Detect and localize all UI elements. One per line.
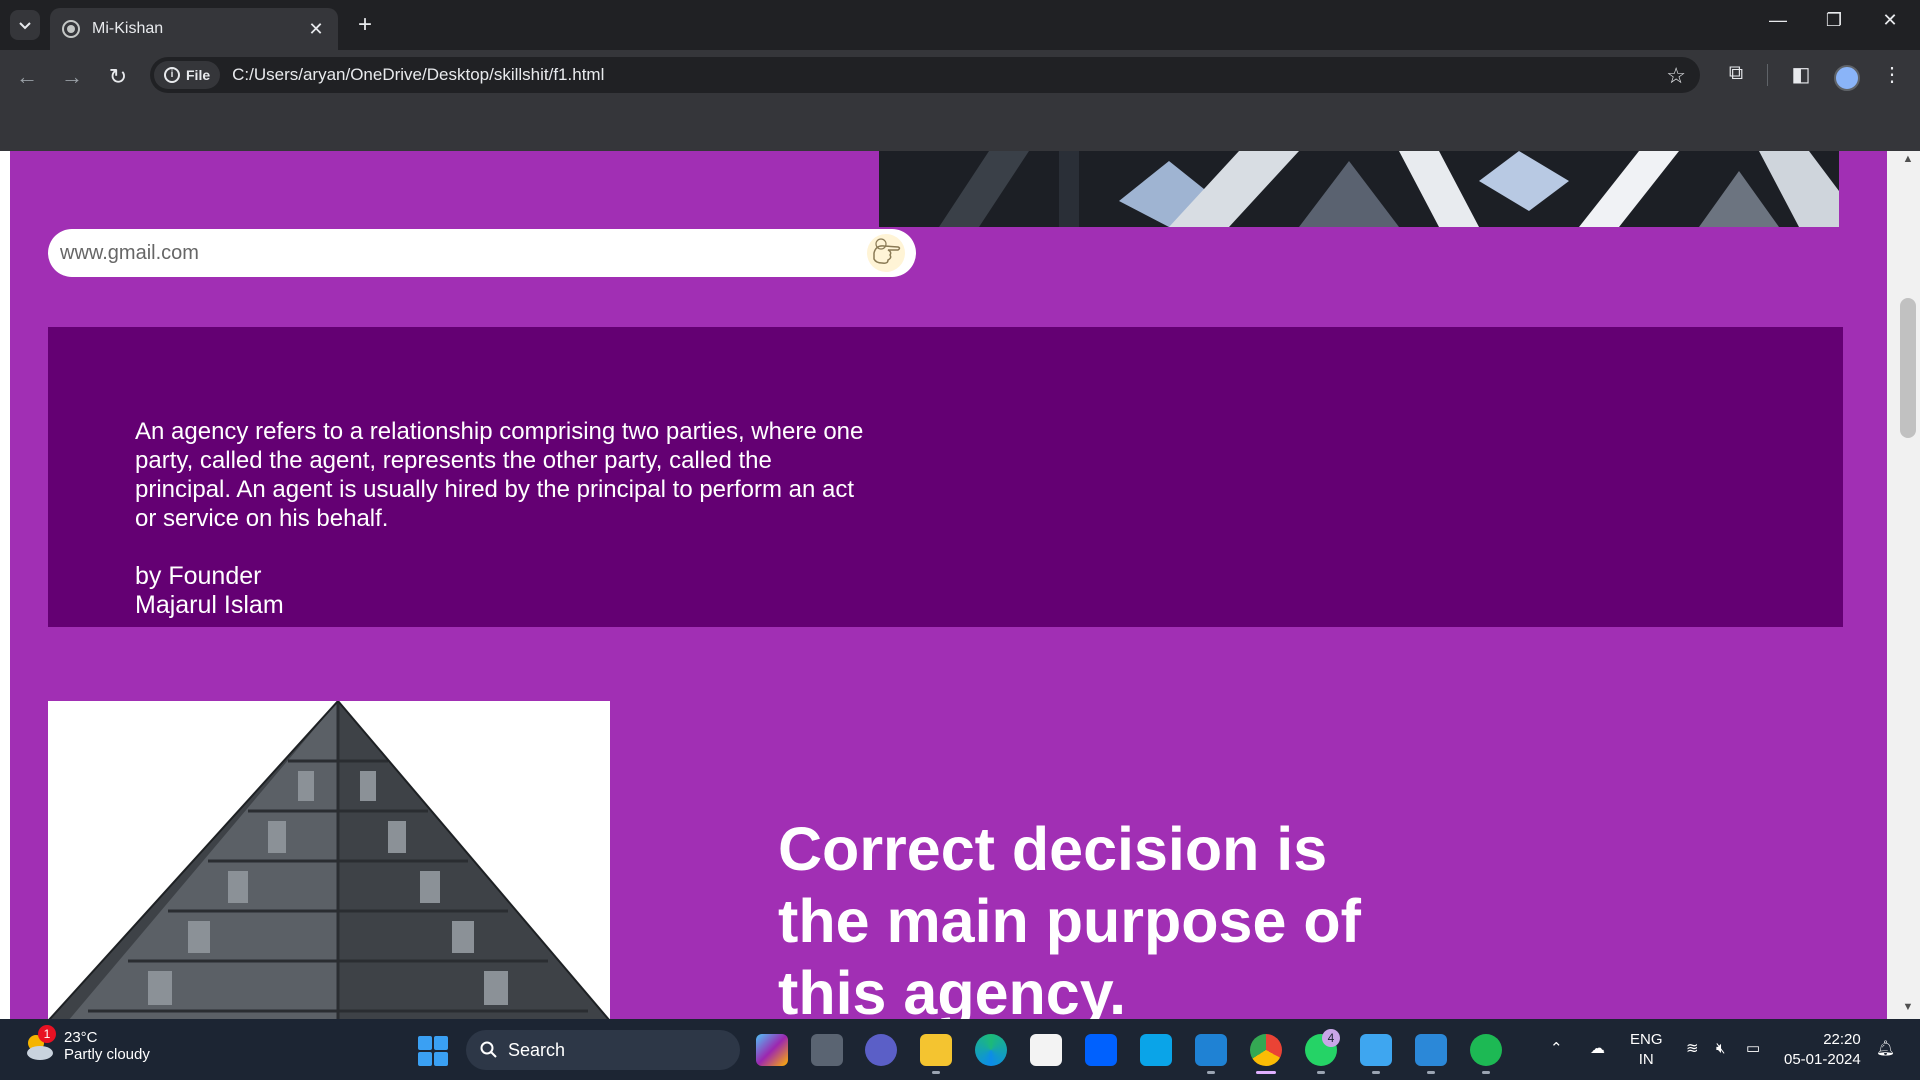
spotify-icon[interactable] — [1470, 1034, 1502, 1066]
menu-icon[interactable]: ⋮ — [1877, 62, 1907, 87]
pointing-hand-icon[interactable] — [866, 233, 906, 273]
language-code: ENG — [1630, 1031, 1663, 1048]
page-viewport: An agency refers to a relationship compr… — [0, 151, 1920, 1019]
founder-quote-box: An agency refers to a relationship compr… — [48, 327, 1843, 627]
info-icon: i — [164, 67, 180, 83]
weather-widget[interactable]: 1 23°C Partly cloudy — [22, 1025, 150, 1063]
architecture-photo — [879, 151, 1839, 227]
chevron-down-icon — [19, 22, 31, 30]
url-text[interactable]: C:/Users/aryan/OneDrive/Desktop/skillshi… — [232, 65, 604, 85]
weather-alert-badge: 1 — [38, 1025, 56, 1043]
tab-search-button[interactable] — [10, 10, 40, 40]
browser-tab[interactable]: Mi-Kishan ✕ — [50, 8, 338, 50]
quote-text: An agency refers to a relationship compr… — [135, 418, 864, 532]
headline: Correct decision is the main purpose of … — [778, 815, 1361, 1019]
volume-muted-icon[interactable]: 🔇︎ — [1716, 1039, 1725, 1059]
tab-title: Mi-Kishan — [92, 20, 164, 37]
region-code: IN — [1638, 1051, 1654, 1068]
file-explorer-icon[interactable] — [920, 1034, 952, 1066]
bookmark-bar — [0, 100, 1920, 151]
weather-condition: Partly cloudy — [64, 1046, 150, 1063]
new-tab-button[interactable]: + — [352, 12, 378, 38]
notepad-icon[interactable] — [1360, 1034, 1392, 1066]
email-input[interactable] — [60, 241, 840, 265]
restore-button[interactable]: ❐ — [1814, 10, 1854, 31]
email-subscribe-bar — [48, 229, 916, 277]
battery-icon[interactable]: ▭ — [1746, 1039, 1760, 1059]
quote-by-line: by Founder — [135, 562, 262, 590]
close-tab-icon[interactable]: ✕ — [306, 19, 326, 40]
show-hidden-icons-chevron-icon[interactable]: ⌃ — [1550, 1039, 1563, 1059]
bookmark-star-icon[interactable]: ☆ — [1666, 63, 1686, 89]
whatsapp-badge: 4 — [1322, 1029, 1340, 1047]
task-view-icon[interactable] — [811, 1034, 843, 1066]
browser-toolbar: ← → ↻ i File C:/Users/aryan/OneDrive/Des… — [0, 50, 1920, 100]
tab-strip: Mi-Kishan ✕ + — ❐ ✕ — [0, 0, 1920, 50]
founder-name: Majarul Islam — [135, 591, 284, 619]
partly-cloudy-icon: 1 — [22, 1025, 56, 1063]
toolbar-divider — [1767, 64, 1768, 86]
clock[interactable]: 22:20 05-01-2024 — [1784, 1030, 1861, 1070]
search-icon — [480, 1041, 497, 1058]
site-info-chip[interactable]: i File — [154, 61, 221, 89]
taskbar-search[interactable]: Search — [466, 1030, 740, 1070]
globe-icon — [62, 20, 80, 38]
edge-browser-icon[interactable] — [975, 1034, 1007, 1066]
quote-attribution: by Founder Majarul Islam — [135, 562, 284, 620]
building-photo — [48, 701, 610, 1019]
minimize-button[interactable]: — — [1758, 10, 1798, 31]
page-scrollbar[interactable]: ▲ ▼ — [1887, 151, 1920, 1019]
photos-icon[interactable] — [1415, 1034, 1447, 1066]
weather-temperature: 23°C — [64, 1029, 98, 1046]
onedrive-icon[interactable]: ☁ — [1590, 1039, 1605, 1059]
reload-button[interactable]: ↻ — [103, 62, 133, 92]
close-window-button[interactable]: ✕ — [1870, 10, 1910, 31]
vscode-icon[interactable] — [1195, 1034, 1227, 1066]
start-button[interactable] — [418, 1036, 448, 1066]
address-bar[interactable]: i File C:/Users/aryan/OneDrive/Desktop/s… — [150, 57, 1700, 93]
page-content: An agency refers to a relationship compr… — [10, 151, 1887, 1019]
windows-taskbar: 1 23°C Partly cloudy Search 4 ⌃ ☁ ENG IN… — [0, 1019, 1920, 1080]
clock-time: 22:20 — [1823, 1031, 1861, 1048]
forward-button[interactable]: → — [57, 62, 87, 92]
profile-avatar[interactable] — [1834, 65, 1860, 91]
copilot-icon[interactable] — [756, 1034, 788, 1066]
notification-bell-icon[interactable]: 🔔︎ — [1876, 1039, 1895, 1059]
back-button[interactable]: ← — [12, 62, 42, 92]
teams-chat-icon[interactable] — [865, 1034, 897, 1066]
clock-date: 05-01-2024 — [1784, 1051, 1861, 1068]
site-chip-label: File — [186, 67, 211, 83]
myhp-icon[interactable] — [1140, 1034, 1172, 1066]
extensions-icon[interactable]: ⧉ — [1721, 62, 1751, 85]
scroll-up-arrow-icon[interactable]: ▲ — [1900, 153, 1916, 165]
side-panel-icon[interactable]: ◧ — [1786, 62, 1816, 87]
dropbox-icon[interactable] — [1085, 1034, 1117, 1066]
scroll-down-arrow-icon[interactable]: ▼ — [1900, 1001, 1916, 1013]
scrollbar-thumb[interactable] — [1900, 298, 1916, 438]
microsoft-store-icon[interactable] — [1030, 1034, 1062, 1066]
chrome-icon[interactable] — [1250, 1034, 1282, 1066]
wifi-icon[interactable]: ≋ — [1686, 1039, 1699, 1059]
taskbar-search-label: Search — [508, 1039, 566, 1060]
language-indicator[interactable]: ENG IN — [1630, 1030, 1663, 1070]
